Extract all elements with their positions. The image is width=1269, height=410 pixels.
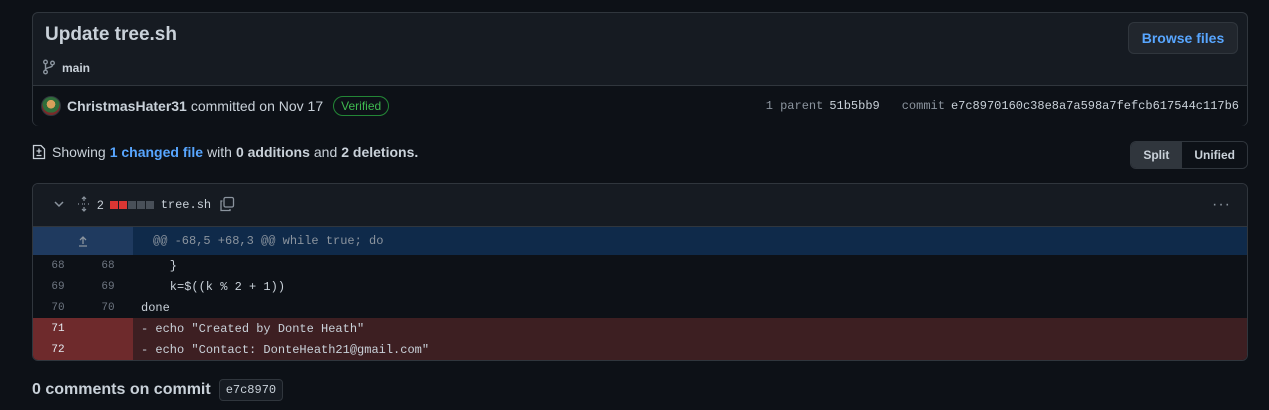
avatar[interactable] — [41, 96, 61, 116]
diff-summary: Showing 1 changed file with 0 additions … — [32, 144, 422, 160]
commit-title: Update tree.sh — [45, 24, 177, 45]
old-line-number[interactable]: 72 — [33, 344, 83, 356]
commit-meta: ChristmasHater31 committed on Nov 17 Ver… — [33, 85, 1247, 126]
with-label: with — [207, 144, 232, 160]
deletions-count: 2 deletions. — [341, 144, 419, 160]
split-view-button[interactable]: Split — [1131, 142, 1182, 168]
file-header: 2 tree.sh ··· — [33, 184, 1247, 227]
changed-files-link[interactable]: 1 changed file — [110, 144, 203, 160]
additions-count: 0 additions — [235, 144, 310, 160]
comment-commit-sha: e7c8970 — [218, 379, 284, 401]
diffstat-bar — [109, 201, 154, 209]
file-diff-icon — [32, 144, 46, 160]
code-line: echo "Created by Donte Heath" — [155, 321, 365, 336]
code-line: echo "Contact: DonteHeath21@gmail.com" — [155, 342, 430, 357]
deletion-marker: - — [141, 342, 156, 357]
branch-indicator[interactable]: main — [42, 59, 90, 77]
showing-label: Showing — [52, 144, 106, 160]
parent-sha-link[interactable]: 51b5bb9 — [829, 99, 879, 113]
diffstat-block — [118, 201, 127, 209]
browse-files-button[interactable]: Browse files — [1128, 22, 1238, 54]
commit-header: Update tree.sh Browse files main Christm… — [32, 12, 1248, 126]
expand-all-icon[interactable] — [77, 195, 91, 215]
author-link[interactable]: ChristmasHater31 — [67, 98, 187, 114]
diff-line: 69 69 k=$((k % 2 + 1)) — [33, 276, 1247, 297]
diffstat-block — [145, 201, 154, 209]
git-branch-icon — [42, 59, 56, 78]
old-line-number[interactable]: 70 — [33, 302, 83, 314]
new-line-number[interactable]: 68 — [83, 260, 133, 272]
deleted-line: 71 - echo "Created by Donte Heath" — [33, 318, 1247, 339]
diffstat-block — [136, 201, 145, 209]
code-line: } — [141, 258, 178, 273]
expand-up-icon[interactable] — [33, 227, 133, 255]
deleted-line: 72 - echo "Contact: DonteHeath21@gmail.c… — [33, 339, 1247, 360]
new-line-number[interactable]: 70 — [83, 302, 133, 314]
new-line-number[interactable]: 69 — [83, 281, 133, 293]
comments-label: 0 comments on commit — [32, 381, 211, 398]
code-line: done — [141, 300, 170, 315]
diffstat-block — [127, 201, 136, 209]
deletion-marker: - — [141, 321, 156, 336]
copy-icon[interactable] — [219, 196, 235, 215]
commit-sha: e7c8970160c38e8a7a598a7fefcb617544c117b6 — [950, 99, 1239, 113]
file-diff: 2 tree.sh ··· @@ -68,5 +68,3 @@ while tr… — [32, 183, 1248, 361]
chevron-down-icon[interactable] — [53, 197, 69, 213]
more-options-icon[interactable]: ··· — [1212, 196, 1231, 214]
hunk-header: @@ -68,5 +68,3 @@ while true; do — [133, 227, 1247, 255]
diffstat-block — [109, 201, 118, 209]
parent-label: 1 parent — [765, 99, 824, 113]
old-line-number[interactable]: 71 — [33, 323, 83, 335]
commit-label: commit — [901, 99, 945, 113]
diff-line: 68 68 } — [33, 255, 1247, 276]
comments-heading: 0 comments on commit e7c8970 — [32, 379, 284, 401]
unified-view-button[interactable]: Unified — [1181, 142, 1247, 168]
diff-line: 70 70 done — [33, 297, 1247, 318]
file-name-link[interactable]: tree.sh — [161, 198, 211, 212]
and-label: and — [313, 144, 338, 160]
branch-name[interactable]: main — [62, 61, 90, 75]
hunk-row: @@ -68,5 +68,3 @@ while true; do — [33, 227, 1247, 255]
old-line-number[interactable]: 68 — [33, 260, 83, 272]
verified-badge[interactable]: Verified — [333, 96, 390, 116]
old-line-number[interactable]: 69 — [33, 281, 83, 293]
committed-date: committed on Nov 17 — [190, 98, 324, 114]
view-toggle: Split Unified — [1130, 141, 1248, 169]
code-line: k=$((k % 2 + 1)) — [141, 279, 286, 294]
changes-count: 2 — [97, 198, 104, 212]
